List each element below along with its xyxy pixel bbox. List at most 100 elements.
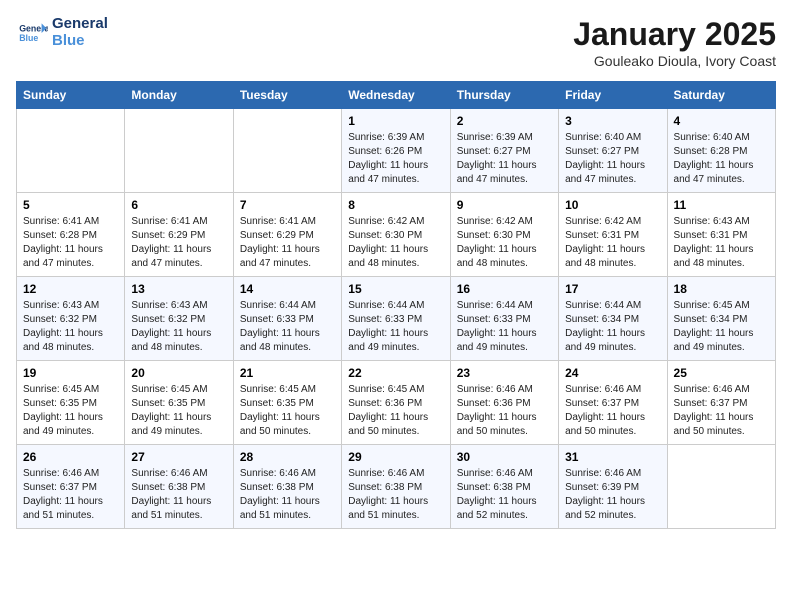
weekday-header-cell: Saturday [667,82,775,109]
calendar-cell: 21Sunrise: 6:45 AM Sunset: 6:35 PM Dayli… [233,361,341,445]
logo: General Blue General Blue [16,16,108,49]
title-block: January 2025 Gouleako Dioula, Ivory Coas… [573,16,776,69]
calendar-cell [17,109,125,193]
day-info: Sunrise: 6:45 AM Sunset: 6:35 PM Dayligh… [23,383,118,439]
day-info: Sunrise: 6:46 AM Sunset: 6:38 PM Dayligh… [240,467,335,523]
calendar-cell: 16Sunrise: 6:44 AM Sunset: 6:33 PM Dayli… [450,277,558,361]
day-info: Sunrise: 6:41 AM Sunset: 6:28 PM Dayligh… [23,215,118,271]
day-number: 4 [674,114,769,128]
location-subtitle: Gouleako Dioula, Ivory Coast [573,53,776,69]
logo-text-line1: General [52,16,108,33]
day-number: 1 [348,114,443,128]
calendar-week-row: 12 Sunrise: 6:43 AM Sunset: 6:32 PM Dayli… [17,277,776,361]
day-number: 23 [457,366,552,380]
calendar-cell: 30Sunrise: 6:46 AM Sunset: 6:38 PM Dayli… [450,445,558,529]
day-info: Sunrise: 6:43 AM Sunset: 6:32 PM Dayligh… [23,299,118,355]
month-title: January 2025 [573,16,776,53]
calendar-cell: 20Sunrise: 6:45 AM Sunset: 6:35 PM Dayli… [125,361,233,445]
calendar-week-row: 19 Sunrise: 6:45 AM Sunset: 6:35 PM Dayli… [17,361,776,445]
day-info: Sunrise: 6:42 AM Sunset: 6:30 PM Dayligh… [348,215,443,271]
day-info: Sunrise: 6:44 AM Sunset: 6:33 PM Dayligh… [240,299,335,355]
day-info: Sunrise: 6:45 AM Sunset: 6:35 PM Dayligh… [131,383,226,439]
calendar-week-row: 26 Sunrise: 6:46 AM Sunset: 6:37 PM Dayli… [17,445,776,529]
svg-text:Blue: Blue [19,33,38,43]
calendar-cell: 6 Sunrise: 6:41 AM Sunset: 6:29 PM Daylig… [125,193,233,277]
day-number: 29 [348,450,443,464]
day-info: Sunrise: 6:46 AM Sunset: 6:37 PM Dayligh… [565,383,660,439]
calendar-cell: 8 Sunrise: 6:42 AM Sunset: 6:30 PM Daylig… [342,193,450,277]
day-info: Sunrise: 6:43 AM Sunset: 6:32 PM Dayligh… [131,299,226,355]
calendar-week-row: 5 Sunrise: 6:41 AM Sunset: 6:28 PM Daylig… [17,193,776,277]
day-number: 13 [131,282,226,296]
calendar-cell: 12 Sunrise: 6:43 AM Sunset: 6:32 PM Dayli… [17,277,125,361]
calendar-cell: 29 Sunrise: 6:46 AM Sunset: 6:38 PM Dayli… [342,445,450,529]
day-number: 3 [565,114,660,128]
day-number: 8 [348,198,443,212]
calendar-cell [233,109,341,193]
day-info: Sunrise: 6:46 AM Sunset: 6:37 PM Dayligh… [23,467,118,523]
day-info: Sunrise: 6:42 AM Sunset: 6:31 PM Dayligh… [565,215,660,271]
calendar-cell: 5 Sunrise: 6:41 AM Sunset: 6:28 PM Daylig… [17,193,125,277]
day-number: 28 [240,450,335,464]
day-number: 27 [131,450,226,464]
day-number: 14 [240,282,335,296]
calendar-cell: 11Sunrise: 6:43 AM Sunset: 6:31 PM Dayli… [667,193,775,277]
day-info: Sunrise: 6:46 AM Sunset: 6:36 PM Dayligh… [457,383,552,439]
calendar-cell: 25Sunrise: 6:46 AM Sunset: 6:37 PM Dayli… [667,361,775,445]
day-number: 31 [565,450,660,464]
weekday-header-cell: Wednesday [342,82,450,109]
calendar-cell: 2 Sunrise: 6:39 AM Sunset: 6:27 PM Daylig… [450,109,558,193]
day-number: 26 [23,450,118,464]
day-number: 5 [23,198,118,212]
day-number: 17 [565,282,660,296]
day-info: Sunrise: 6:44 AM Sunset: 6:33 PM Dayligh… [457,299,552,355]
calendar-cell: 15 Sunrise: 6:44 AM Sunset: 6:33 PM Dayli… [342,277,450,361]
weekday-header-cell: Thursday [450,82,558,109]
day-info: Sunrise: 6:44 AM Sunset: 6:33 PM Dayligh… [348,299,443,355]
day-info: Sunrise: 6:41 AM Sunset: 6:29 PM Dayligh… [131,215,226,271]
calendar-cell: 27 Sunrise: 6:46 AM Sunset: 6:38 PM Dayli… [125,445,233,529]
day-info: Sunrise: 6:44 AM Sunset: 6:34 PM Dayligh… [565,299,660,355]
calendar-cell: 17 Sunrise: 6:44 AM Sunset: 6:34 PM Dayli… [559,277,667,361]
calendar-cell: 9 Sunrise: 6:42 AM Sunset: 6:30 PM Daylig… [450,193,558,277]
day-number: 15 [348,282,443,296]
calendar-cell: 28 Sunrise: 6:46 AM Sunset: 6:38 PM Dayli… [233,445,341,529]
calendar-cell: 24 Sunrise: 6:46 AM Sunset: 6:37 PM Dayli… [559,361,667,445]
calendar-cell: 23 Sunrise: 6:46 AM Sunset: 6:36 PM Dayli… [450,361,558,445]
logo-icon: General Blue [16,17,48,49]
calendar-cell: 18 Sunrise: 6:45 AM Sunset: 6:34 PM Dayli… [667,277,775,361]
weekday-header-cell: Tuesday [233,82,341,109]
day-number: 24 [565,366,660,380]
day-number: 21 [240,366,335,380]
day-info: Sunrise: 6:42 AM Sunset: 6:30 PM Dayligh… [457,215,552,271]
day-info: Sunrise: 6:39 AM Sunset: 6:27 PM Dayligh… [457,131,552,187]
day-info: Sunrise: 6:40 AM Sunset: 6:28 PM Dayligh… [674,131,769,187]
day-number: 19 [23,366,118,380]
day-info: Sunrise: 6:45 AM Sunset: 6:34 PM Dayligh… [674,299,769,355]
calendar-cell: 3 Sunrise: 6:40 AM Sunset: 6:27 PM Daylig… [559,109,667,193]
day-number: 30 [457,450,552,464]
weekday-header-row: SundayMondayTuesdayWednesdayThursdayFrid… [17,82,776,109]
day-number: 22 [348,366,443,380]
weekday-header-cell: Sunday [17,82,125,109]
day-info: Sunrise: 6:46 AM Sunset: 6:39 PM Dayligh… [565,467,660,523]
day-info: Sunrise: 6:39 AM Sunset: 6:26 PM Dayligh… [348,131,443,187]
calendar-cell: 22Sunrise: 6:45 AM Sunset: 6:36 PM Dayli… [342,361,450,445]
calendar-cell: 1 Sunrise: 6:39 AM Sunset: 6:26 PM Daylig… [342,109,450,193]
day-info: Sunrise: 6:46 AM Sunset: 6:38 PM Dayligh… [348,467,443,523]
day-info: Sunrise: 6:43 AM Sunset: 6:31 PM Dayligh… [674,215,769,271]
day-number: 2 [457,114,552,128]
page-header: General Blue General Blue January 2025 G… [16,16,776,69]
day-number: 6 [131,198,226,212]
day-number: 18 [674,282,769,296]
weekday-header-cell: Friday [559,82,667,109]
calendar-cell: 31 Sunrise: 6:46 AM Sunset: 6:39 PM Dayli… [559,445,667,529]
day-number: 10 [565,198,660,212]
day-number: 9 [457,198,552,212]
day-number: 12 [23,282,118,296]
day-info: Sunrise: 6:40 AM Sunset: 6:27 PM Dayligh… [565,131,660,187]
calendar-body: 1 Sunrise: 6:39 AM Sunset: 6:26 PM Daylig… [17,109,776,529]
day-info: Sunrise: 6:46 AM Sunset: 6:38 PM Dayligh… [131,467,226,523]
calendar-cell: 26 Sunrise: 6:46 AM Sunset: 6:37 PM Dayli… [17,445,125,529]
calendar-cell: 4 Sunrise: 6:40 AM Sunset: 6:28 PM Daylig… [667,109,775,193]
